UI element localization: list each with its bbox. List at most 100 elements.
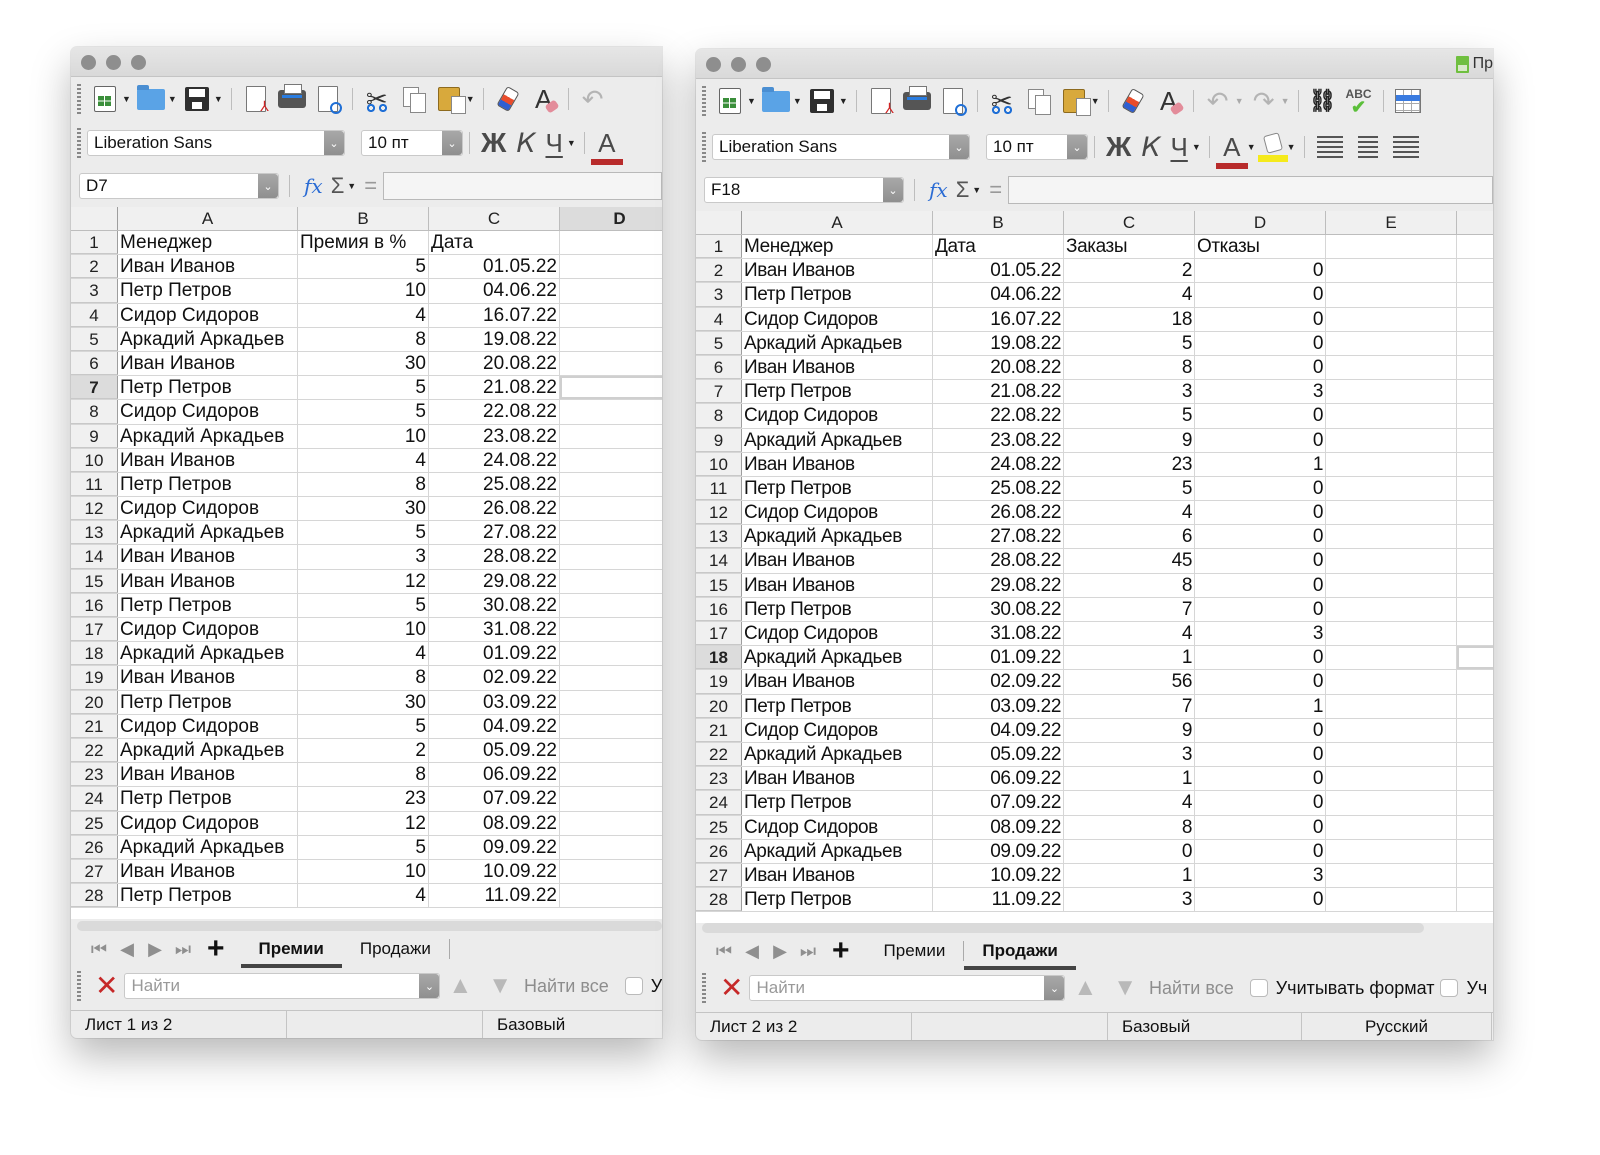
chevron-down-icon[interactable]: ▼ <box>122 94 131 104</box>
cell[interactable] <box>1326 307 1457 331</box>
cell[interactable]: 21.08.22 <box>933 380 1064 404</box>
cell[interactable]: 3 <box>1064 888 1195 912</box>
cell[interactable]: Аркадий Аркадьев <box>742 331 933 355</box>
cell[interactable]: Петр Петров <box>742 888 933 912</box>
cut-icon[interactable]: ✂ <box>362 84 392 114</box>
cell[interactable] <box>560 449 662 472</box>
cell[interactable] <box>1326 718 1457 742</box>
cell[interactable]: 30 <box>298 497 429 521</box>
row-header[interactable]: 17 <box>696 622 742 646</box>
cell[interactable]: 5 <box>298 593 429 617</box>
sum-icon[interactable]: Σ <box>331 173 345 199</box>
chevron-down-icon[interactable]: ▼ <box>839 96 848 106</box>
cell[interactable]: 10.09.22 <box>933 863 1064 888</box>
cell[interactable]: 2 <box>1064 259 1195 283</box>
cell[interactable]: 3 <box>298 545 429 569</box>
chevron-down-icon[interactable]: ▼ <box>168 94 177 104</box>
chevron-down-icon[interactable]: ▼ <box>972 185 981 195</box>
cell[interactable]: Петр Петров <box>118 690 298 714</box>
row-header[interactable]: 6 <box>696 355 742 380</box>
row-header[interactable]: 2 <box>696 259 742 283</box>
cell[interactable]: 06.09.22 <box>429 763 560 787</box>
chevron-down-icon[interactable]: ▼ <box>214 94 223 104</box>
cell[interactable]: Иван Иванов <box>742 549 933 573</box>
cell[interactable]: 9 <box>1064 718 1195 742</box>
print-icon[interactable] <box>902 86 932 116</box>
first-sheet-icon[interactable]: ⏮ <box>710 941 738 962</box>
cell[interactable]: 05.09.22 <box>429 738 560 763</box>
last-sheet-icon[interactable]: ⏭ <box>169 939 197 960</box>
cell[interactable]: Сидор Сидоров <box>742 815 933 839</box>
add-sheet-icon[interactable]: + <box>207 934 225 964</box>
cell[interactable]: 18 <box>1064 307 1195 331</box>
cell[interactable]: Менеджер <box>118 231 298 255</box>
cell[interactable]: 5 <box>298 255 429 279</box>
cell[interactable] <box>1457 380 1493 403</box>
cell[interactable]: Иван Иванов <box>118 255 298 279</box>
cell[interactable]: 08.09.22 <box>429 811 560 835</box>
cell[interactable]: 0 <box>1195 742 1326 767</box>
cell[interactable] <box>1326 259 1457 283</box>
row-header[interactable]: 15 <box>696 573 742 597</box>
cell[interactable] <box>560 860 662 883</box>
cell[interactable] <box>560 473 662 496</box>
cell[interactable] <box>1457 429 1493 452</box>
row-header[interactable]: 18 <box>71 642 118 666</box>
row-header[interactable]: 10 <box>696 452 742 476</box>
cell[interactable]: 24.08.22 <box>933 452 1064 476</box>
chevron-down-icon[interactable]: ▼ <box>793 96 802 106</box>
cell[interactable]: Иван Иванов <box>118 763 298 787</box>
chevron-down-icon[interactable]: ⌄ <box>883 178 903 202</box>
chevron-down-icon[interactable]: ▼ <box>1281 96 1290 106</box>
cell[interactable]: 10.09.22 <box>429 859 560 884</box>
cell[interactable] <box>1326 549 1457 573</box>
cell[interactable]: 27.08.22 <box>429 521 560 545</box>
cell[interactable]: Сидор Сидоров <box>118 618 298 642</box>
chevron-down-icon[interactable]: ▼ <box>466 94 475 104</box>
tab-prodazhi[interactable]: Продажи <box>342 935 449 963</box>
cell[interactable]: 45 <box>1064 549 1195 573</box>
cell[interactable]: 7 <box>1064 597 1195 621</box>
save-icon[interactable] <box>807 86 837 116</box>
row-header[interactable]: 28 <box>71 884 118 908</box>
clone-formatting-icon[interactable] <box>1118 86 1148 116</box>
cell[interactable]: 4 <box>298 448 429 472</box>
cell[interactable]: 07.09.22 <box>933 791 1064 815</box>
cell[interactable] <box>1457 501 1493 524</box>
minimize-window-button[interactable] <box>731 57 746 72</box>
column-header-e[interactable]: E <box>1326 211 1457 234</box>
cell[interactable]: 5 <box>298 521 429 545</box>
cell[interactable] <box>1326 573 1457 597</box>
cell[interactable]: 0 <box>1195 525 1326 549</box>
cell[interactable] <box>1326 331 1457 355</box>
row-header[interactable]: 2 <box>71 255 118 279</box>
copy-icon[interactable] <box>398 84 428 114</box>
row-header[interactable]: 25 <box>696 815 742 839</box>
formula-icon[interactable]: = <box>364 173 377 199</box>
cell[interactable]: Сидор Сидоров <box>118 303 298 327</box>
status-language[interactable]: Русский <box>1302 1013 1492 1040</box>
row-header[interactable]: 13 <box>71 521 118 545</box>
row-header[interactable]: 9 <box>71 424 118 448</box>
row-header[interactable]: 7 <box>71 376 118 400</box>
cell[interactable]: 0 <box>1195 815 1326 839</box>
font-size-combo[interactable]: 10 пт ⌄ <box>986 134 1088 160</box>
chevron-down-icon[interactable]: ⌄ <box>419 974 440 998</box>
align-left-icon[interactable] <box>1316 136 1343 158</box>
cell[interactable]: Заказы <box>1064 235 1195 259</box>
toolbar-grip[interactable] <box>77 971 81 1001</box>
minimize-window-button[interactable] <box>106 55 121 70</box>
toolbar-grip[interactable] <box>702 973 706 1003</box>
cell[interactable]: 26.08.22 <box>429 497 560 521</box>
tab-premii[interactable]: Премии <box>240 935 343 968</box>
cell[interactable]: 10 <box>298 424 429 448</box>
find-all-button[interactable]: Найти все <box>1149 978 1234 999</box>
cell[interactable]: 8 <box>1064 815 1195 839</box>
paste-icon[interactable] <box>1059 86 1091 116</box>
row-header[interactable]: 21 <box>696 718 742 742</box>
cell[interactable]: Петр Петров <box>742 597 933 621</box>
cell[interactable] <box>1326 622 1457 646</box>
cell[interactable]: 8 <box>298 472 429 497</box>
cell[interactable]: 5 <box>298 400 429 424</box>
cell[interactable]: 0 <box>1195 404 1326 428</box>
